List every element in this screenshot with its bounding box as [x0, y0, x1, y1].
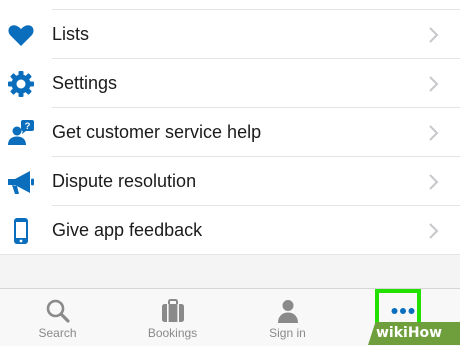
menu-item-app-feedback[interactable]: Give app feedback [0, 206, 460, 255]
customer-service-icon: ? [6, 118, 36, 148]
chevron-right-icon [428, 26, 440, 44]
more-menu-list: Lists Settings ? Get customer service he… [0, 10, 460, 255]
megaphone-icon [6, 167, 36, 197]
svg-text:?: ? [25, 121, 31, 132]
chevron-right-icon [428, 75, 440, 93]
heart-icon [6, 20, 36, 50]
chevron-right-icon [428, 173, 440, 191]
gear-icon [6, 69, 36, 99]
tab-bookings[interactable]: Bookings [115, 289, 230, 346]
menu-item-label: Give app feedback [52, 220, 203, 240]
empty-background [0, 255, 460, 288]
menu-item-customer-service[interactable]: ? Get customer service help [0, 108, 460, 157]
menu-item-settings[interactable]: Settings [0, 59, 460, 108]
menu-item-lists[interactable]: Lists [0, 10, 460, 59]
chevron-right-icon [428, 124, 440, 142]
watermark-text: wikiHow [376, 325, 443, 341]
tab-label: Bookings [147, 326, 198, 340]
briefcase-icon [160, 298, 186, 324]
tab-label: Sign in [269, 326, 306, 340]
phone-icon [6, 216, 36, 246]
menu-item-label: Dispute resolution [52, 171, 197, 191]
watermark-logo: wikiHow [360, 322, 460, 345]
menu-item-dispute-resolution[interactable]: Dispute resolution [0, 157, 460, 206]
tab-label: Search [38, 326, 77, 340]
chevron-right-icon [428, 222, 440, 240]
search-icon [45, 298, 71, 324]
app-screen: Lists Settings ? Get customer service he… [0, 0, 460, 346]
menu-item-label: Settings [52, 73, 118, 93]
person-icon [275, 298, 301, 324]
menu-item-label: Lists [52, 24, 90, 44]
menu-item-label: Get customer service help [52, 122, 262, 142]
tab-search[interactable]: Search [0, 289, 115, 346]
tab-sign-in[interactable]: Sign in [230, 289, 345, 346]
